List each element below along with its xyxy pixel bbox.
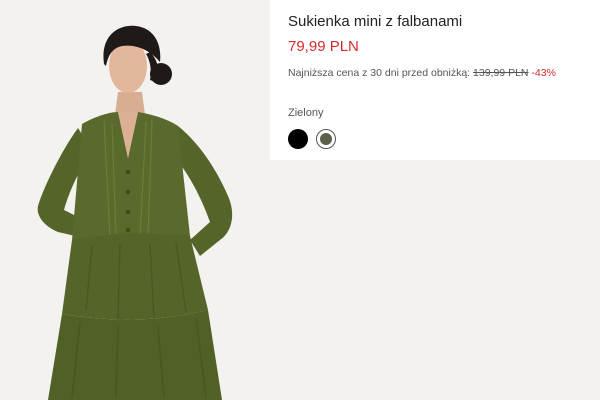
selected-color-label: Zielony [288, 107, 324, 119]
lowest-price-label: Najniższa cena z 30 dni przed obniżką: [288, 67, 471, 79]
discount-badge: -43% [531, 67, 556, 79]
old-price: 139,99 PLN [473, 67, 529, 79]
color-swatch-green[interactable] [316, 129, 336, 149]
color-swatch-black[interactable] [288, 129, 308, 149]
product-info-panel: Sukienka mini z falbanami 79,99 PLN Najn… [270, 0, 600, 160]
product-title: Sukienka mini z falbanami [288, 13, 463, 30]
product-page: Sukienka mini z falbanami 79,99 PLN Najn… [0, 0, 600, 400]
lowest-price-info: Najniższa cena z 30 dni przed obniżką: 1… [288, 67, 556, 79]
product-price: 79,99 PLN [288, 38, 359, 55]
color-swatch-green-dot [320, 133, 332, 145]
